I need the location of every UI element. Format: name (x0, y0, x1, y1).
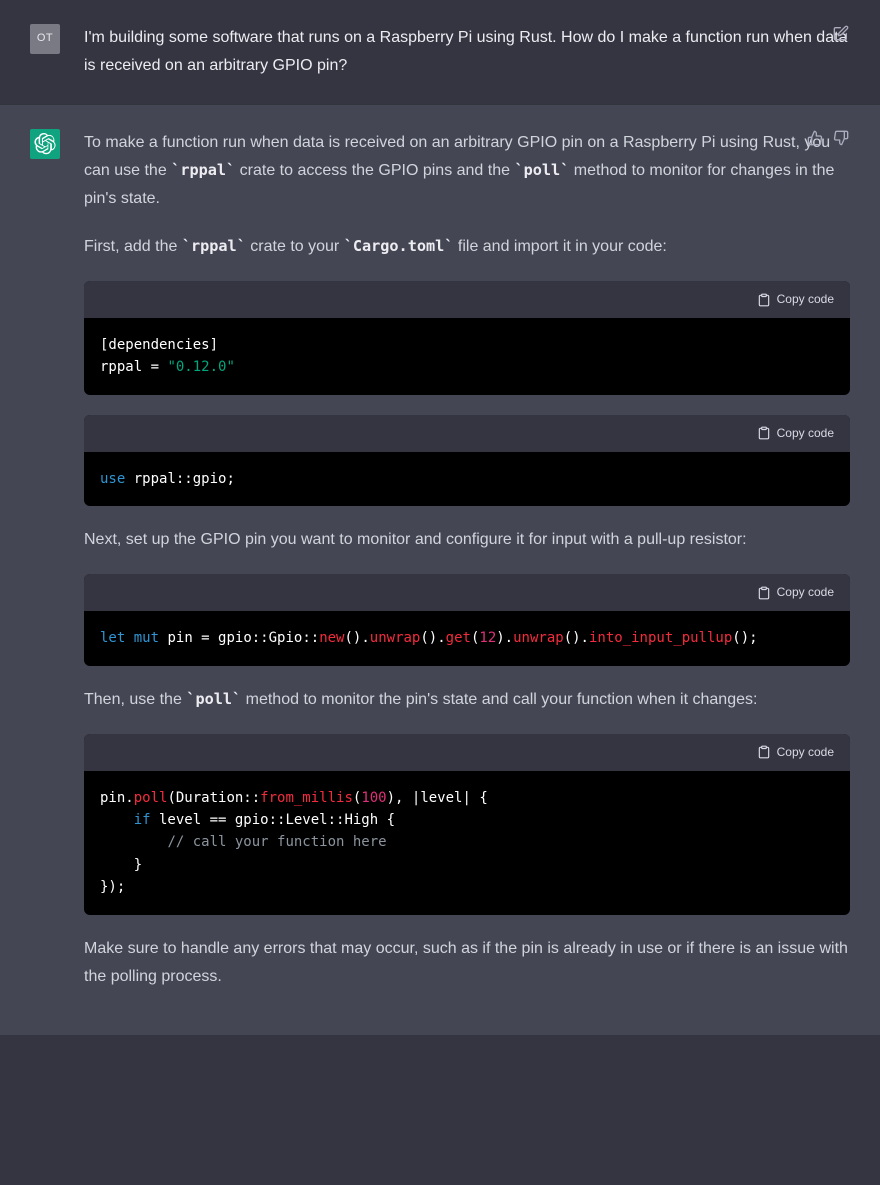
code-block: Copy code pin.poll(Duration::from_millis… (84, 734, 850, 915)
openai-logo-icon (34, 133, 56, 155)
assistant-content: To make a function run when data is rece… (84, 129, 850, 1011)
thumbs-up-icon[interactable] (806, 129, 824, 147)
code-header: Copy code (84, 734, 850, 771)
assistant-paragraph: Make sure to handle any errors that may … (84, 935, 850, 991)
code-block: Copy code use rppal::gpio; (84, 415, 850, 506)
assistant-paragraph: First, add the rppal crate to your Cargo… (84, 233, 850, 261)
assistant-message: To make a function run when data is rece… (0, 104, 880, 1035)
assistant-avatar (30, 129, 60, 159)
code-content: use rppal::gpio; (84, 452, 850, 506)
code-content: pin.poll(Duration::from_millis(100), |le… (84, 771, 850, 915)
copy-label: Copy code (777, 582, 834, 603)
inline-code: rppal (171, 161, 235, 179)
clipboard-icon (757, 745, 771, 759)
clipboard-icon (757, 293, 771, 307)
assistant-paragraph: Then, use the poll method to monitor the… (84, 686, 850, 714)
copy-code-button[interactable]: Copy code (757, 742, 834, 763)
assistant-actions (806, 129, 850, 147)
code-header: Copy code (84, 574, 850, 611)
code-header: Copy code (84, 281, 850, 318)
inline-code: Cargo.toml (344, 237, 454, 255)
user-actions (832, 24, 850, 42)
code-header: Copy code (84, 415, 850, 452)
code-block: Copy code let mut pin = gpio::Gpio::new(… (84, 574, 850, 665)
copy-label: Copy code (777, 742, 834, 763)
copy-code-button[interactable]: Copy code (757, 423, 834, 444)
user-question: I'm building some software that runs on … (84, 24, 850, 80)
inline-code: rppal (182, 237, 246, 255)
copy-label: Copy code (777, 289, 834, 310)
copy-code-button[interactable]: Copy code (757, 582, 834, 603)
assistant-paragraph: Next, set up the GPIO pin you want to mo… (84, 526, 850, 554)
user-avatar: OT (30, 24, 60, 54)
inline-code: poll (186, 690, 241, 708)
code-content: [dependencies] rppal = "0.12.0" (84, 318, 850, 395)
user-content: I'm building some software that runs on … (84, 24, 850, 80)
clipboard-icon (757, 426, 771, 440)
assistant-paragraph: To make a function run when data is rece… (84, 129, 850, 213)
inline-code: poll (514, 161, 569, 179)
code-block: Copy code [dependencies] rppal = "0.12.0… (84, 281, 850, 395)
thumbs-down-icon[interactable] (832, 129, 850, 147)
copy-label: Copy code (777, 423, 834, 444)
code-content: let mut pin = gpio::Gpio::new().unwrap()… (84, 611, 850, 665)
user-avatar-initials: OT (37, 29, 53, 48)
user-message: OT I'm building some software that runs … (0, 0, 880, 104)
edit-icon[interactable] (832, 24, 850, 42)
copy-code-button[interactable]: Copy code (757, 289, 834, 310)
clipboard-icon (757, 586, 771, 600)
